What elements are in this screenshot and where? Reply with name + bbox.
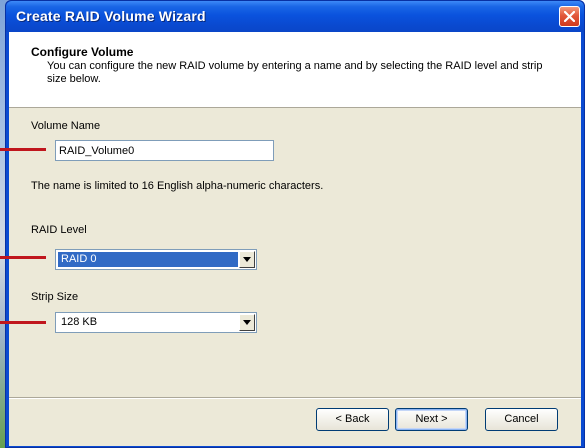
window-title: Create RAID Volume Wizard (16, 8, 206, 24)
raid-level-select[interactable]: RAID 0 (55, 249, 257, 270)
raid-level-label: RAID Level (31, 224, 87, 236)
strip-size-dropdown-button[interactable] (239, 314, 255, 331)
title-bar[interactable]: Create RAID Volume Wizard (6, 1, 584, 32)
cancel-button[interactable]: Cancel (485, 408, 558, 431)
volume-name-input[interactable] (55, 140, 274, 161)
header-title: Configure Volume (31, 45, 134, 59)
wizard-header: Configure Volume You can configure the n… (9, 32, 581, 108)
raid-level-dropdown-button[interactable] (239, 251, 255, 268)
annotation-pointer-strip-size (0, 321, 46, 324)
volume-name-hint: The name is limited to 16 English alpha-… (31, 180, 324, 192)
annotation-pointer-raid-level (0, 256, 46, 259)
wizard-body: Configure Volume You can configure the n… (9, 32, 581, 446)
next-button[interactable]: Next > (395, 408, 468, 431)
annotation-pointer-volume-name (0, 148, 46, 151)
wizard-window: Create RAID Volume Wizard Configure Volu… (5, 0, 585, 448)
volume-name-label: Volume Name (31, 120, 101, 132)
chevron-down-icon (243, 320, 251, 325)
raid-level-value: RAID 0 (58, 252, 238, 267)
strip-size-value: 128 KB (61, 316, 98, 328)
header-description: You can configure the new RAID volume by… (47, 60, 543, 85)
strip-size-select[interactable]: 128 KB (55, 312, 257, 333)
button-separator (9, 397, 581, 399)
chevron-down-icon (243, 257, 251, 262)
strip-size-label: Strip Size (31, 291, 79, 303)
back-button[interactable]: < Back (316, 408, 389, 431)
close-button[interactable] (559, 6, 580, 27)
close-x-icon (564, 11, 575, 22)
